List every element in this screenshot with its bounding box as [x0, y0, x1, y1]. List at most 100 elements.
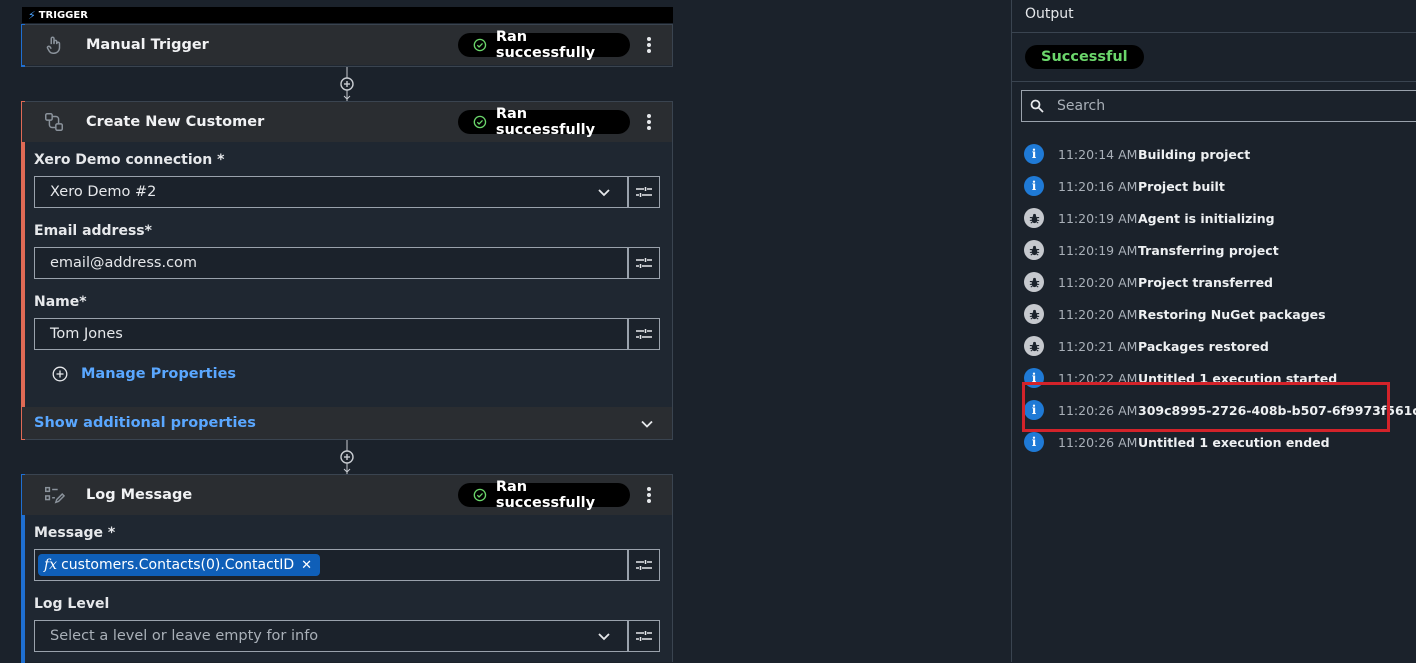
- check-circle-icon: [473, 38, 487, 52]
- bug-icon: [1024, 240, 1044, 260]
- more-options-icon[interactable]: [644, 35, 654, 55]
- search-placeholder: Search: [1057, 98, 1106, 114]
- plus-circle-icon: [52, 366, 68, 382]
- log-entry[interactable]: 11:20:19 AM Transferring project: [1024, 239, 1279, 261]
- log-time: 11:20:26 AM: [1058, 434, 1138, 450]
- chevron-down-icon: [598, 633, 610, 641]
- manual-trigger-card[interactable]: Manual Trigger Ran successfully: [21, 24, 673, 67]
- log-level-label: Log Level: [34, 596, 110, 612]
- status-badge: Ran successfully: [458, 29, 630, 61]
- email-label: Email address*: [34, 223, 152, 239]
- card-header[interactable]: Manual Trigger Ran successfully: [22, 25, 672, 65]
- show-additional-label: Show additional properties: [34, 415, 256, 431]
- log-time: 11:20:19 AM: [1058, 210, 1138, 226]
- bug-icon: [1024, 208, 1044, 228]
- log-message: Packages restored: [1138, 338, 1269, 354]
- show-additional-properties[interactable]: Show additional properties: [22, 407, 672, 439]
- name-field[interactable]: Tom Jones: [34, 318, 628, 350]
- log-level-placeholder: Select a level or leave empty for info: [50, 628, 319, 644]
- status-badge: Ran successfully: [458, 106, 630, 138]
- card-header[interactable]: Create New Customer Ran successfully: [22, 102, 672, 142]
- email-value: email@address.com: [50, 255, 198, 271]
- log-entry[interactable]: 11:20:21 AM Packages restored: [1024, 335, 1269, 357]
- message-field[interactable]: fx customers.Contacts(0).ContactID ✕: [34, 549, 628, 581]
- manage-properties-label: Manage Properties: [81, 366, 237, 382]
- sliders-icon: [636, 631, 652, 641]
- sliders-icon: [636, 329, 652, 339]
- card-accent: [21, 101, 25, 440]
- token-text: customers.Contacts(0).ContactID: [61, 557, 295, 573]
- more-options-icon[interactable]: [644, 112, 654, 132]
- name-label: Name*: [34, 294, 87, 310]
- check-circle-icon: [473, 488, 487, 502]
- log-message: Building project: [1138, 146, 1251, 162]
- log-message: Restoring NuGet packages: [1138, 306, 1326, 322]
- divider: [1012, 81, 1416, 82]
- search-input[interactable]: Search: [1021, 90, 1416, 122]
- chevron-down-icon: [598, 189, 610, 197]
- card-title: Manual Trigger: [86, 37, 209, 53]
- log-time: 11:20:19 AM: [1058, 242, 1138, 258]
- name-value: Tom Jones: [50, 326, 123, 342]
- log-message: Project transferred: [1138, 274, 1273, 290]
- log-time: 11:20:20 AM: [1058, 274, 1138, 290]
- mapping-toggle-button[interactable]: [628, 549, 660, 581]
- connection-select[interactable]: Xero Demo #2: [34, 176, 628, 208]
- add-step-connector[interactable]: [338, 67, 356, 101]
- log-entry[interactable]: 11:20:20 AM Restoring NuGet packages: [1024, 303, 1326, 325]
- connection-label: Xero Demo connection *: [34, 152, 225, 168]
- link-nodes-icon: [42, 110, 66, 134]
- run-status-badge: Successful: [1025, 45, 1144, 69]
- connection-value: Xero Demo #2: [50, 184, 157, 200]
- info-icon: i: [1024, 432, 1044, 452]
- sliders-icon: [636, 560, 652, 570]
- remove-token-icon[interactable]: ✕: [301, 558, 312, 573]
- more-options-icon[interactable]: [644, 485, 654, 505]
- card-title: Create New Customer: [86, 114, 265, 130]
- status-text: Ran successfully: [495, 106, 596, 138]
- function-icon: fx: [44, 557, 58, 573]
- lightning-icon: ⚡: [28, 8, 36, 22]
- log-message: Untitled 1 execution ended: [1138, 434, 1330, 450]
- log-time: 11:20:20 AM: [1058, 306, 1138, 322]
- email-field[interactable]: email@address.com: [34, 247, 628, 279]
- log-level-select[interactable]: Select a level or leave empty for info: [34, 620, 628, 652]
- trigger-label-bar: ⚡ TRIGGER: [22, 7, 673, 23]
- check-circle-icon: [473, 115, 487, 129]
- log-time: 11:20:21 AM: [1058, 338, 1138, 354]
- workflow-canvas: ⚡ TRIGGER Manual Trigger Ran successfull…: [0, 0, 1010, 663]
- card-title: Log Message: [86, 487, 193, 503]
- expression-token[interactable]: fx customers.Contacts(0).ContactID ✕: [38, 554, 321, 576]
- mapping-toggle-button[interactable]: [628, 247, 660, 279]
- bug-icon: [1024, 336, 1044, 356]
- mapping-toggle-button[interactable]: [628, 176, 660, 208]
- status-text: Ran successfully: [495, 479, 596, 511]
- log-entry[interactable]: i 11:20:14 AM Building project: [1024, 143, 1250, 165]
- status-badge: Ran successfully: [458, 479, 630, 511]
- log-message-card[interactable]: Log Message Ran successfully Message * f…: [21, 474, 673, 663]
- add-step-connector[interactable]: [338, 440, 356, 474]
- divider: [1012, 32, 1416, 33]
- log-entry[interactable]: i 11:20:16 AM Project built: [1024, 175, 1225, 197]
- mapping-toggle-button[interactable]: [628, 318, 660, 350]
- output-title: Output: [1025, 6, 1074, 22]
- log-time: 11:20:14 AM: [1058, 146, 1138, 162]
- log-entry[interactable]: 11:20:19 AM Agent is initializing: [1024, 207, 1275, 229]
- bug-icon: [1024, 304, 1044, 324]
- search-icon: [1030, 99, 1044, 113]
- log-entry[interactable]: i 11:20:26 AM Untitled 1 execution ended: [1024, 431, 1330, 453]
- create-customer-card[interactable]: Create New Customer Ran successfully Xer…: [21, 101, 673, 440]
- log-message: Transferring project: [1138, 242, 1279, 258]
- card-header[interactable]: Log Message Ran successfully: [22, 475, 672, 515]
- mapping-toggle-button[interactable]: [628, 620, 660, 652]
- log-time: 11:20:16 AM: [1058, 178, 1138, 194]
- output-panel: Output Successful Search i 11:20:14 AM Bui…: [1011, 0, 1416, 662]
- sliders-icon: [636, 187, 652, 197]
- log-message: Agent is initializing: [1138, 210, 1275, 226]
- info-icon: i: [1024, 176, 1044, 196]
- log-entry[interactable]: 11:20:20 AM Project transferred: [1024, 271, 1273, 293]
- manage-properties-link[interactable]: Manage Properties: [52, 366, 236, 382]
- message-label: Message *: [34, 525, 116, 541]
- status-text: Ran successfully: [495, 29, 596, 61]
- bug-icon: [1024, 272, 1044, 292]
